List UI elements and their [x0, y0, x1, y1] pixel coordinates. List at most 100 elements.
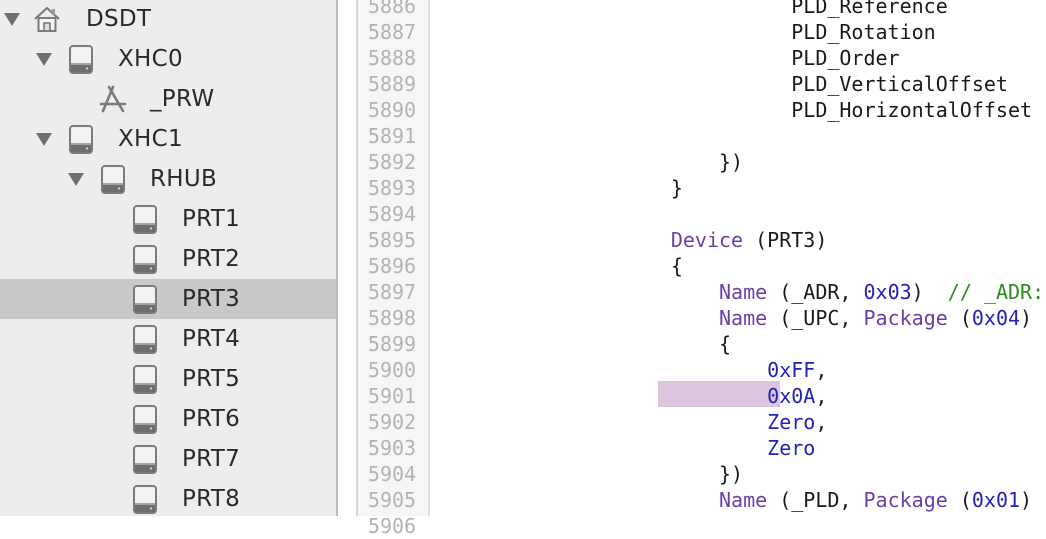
code-token-plain: (PRT3) [743, 228, 828, 252]
tree-item-prw[interactable]: _PRW [0, 79, 336, 119]
code-line[interactable]: Name (_PLD, Package (0x01) // _PLD: Phys… [430, 487, 1046, 513]
line-number: 5891 [367, 124, 417, 148]
code-line[interactable]: PLD_VerticalOffset [430, 71, 1008, 97]
code-token-plain: , [815, 410, 828, 434]
code-token-kw: Device [670, 228, 744, 252]
code-line[interactable]: Device (PRT3) [430, 227, 828, 253]
drive-icon [98, 164, 128, 194]
code-line[interactable]: { [430, 253, 683, 279]
app-store-icon [98, 84, 128, 114]
disclosure-triangle-icon[interactable] [4, 0, 20, 39]
code-token-kw: Name [718, 280, 768, 304]
tree-item-prt6[interactable]: PRT6 [0, 399, 336, 439]
code-line[interactable]: } [430, 175, 683, 201]
line-number: 5896 [367, 254, 417, 278]
code-line[interactable]: 0xFF, [430, 357, 827, 383]
home-icon [32, 4, 62, 34]
drive-icon [66, 124, 96, 154]
drive-icon [130, 284, 160, 314]
line-number: 5899 [367, 332, 417, 356]
drive-icon [130, 444, 160, 474]
code-line[interactable]: }) [430, 149, 743, 175]
tree-item-prt8[interactable]: PRT8 [0, 479, 336, 516]
code-token-plain: (_UPC, [767, 306, 864, 330]
code-line[interactable]: PLD_Order [430, 45, 899, 71]
code-line[interactable]: Zero, [430, 409, 827, 435]
drive-icon [130, 404, 160, 434]
drive-icon [130, 204, 160, 234]
tree-item-label: PRT1 [182, 206, 241, 232]
code-line[interactable]: 0x0A, [430, 383, 827, 409]
tree-item-prt3[interactable]: PRT3 [0, 279, 336, 319]
tree-item-label: PRT5 [182, 366, 241, 392]
line-number: 5900 [367, 358, 417, 382]
code-token-kw: Name [718, 306, 768, 330]
code-token-plain: } [430, 176, 683, 200]
code-token-kw: Package [863, 306, 948, 330]
tree-item-label: PRT3 [182, 286, 241, 312]
sidebar-gap [338, 0, 358, 516]
code-token-plain: ( [947, 306, 972, 330]
code-line[interactable]: Name (_ADR, 0x03) // _ADR: Address [430, 279, 1046, 305]
line-number: 5897 [367, 280, 417, 304]
line-number: 5889 [367, 72, 417, 96]
tree-item-label: RHUB [150, 166, 218, 192]
code-line[interactable]: PLD_HorizontalOffset [430, 97, 1032, 123]
code-token-plain: { [430, 332, 732, 356]
code-line[interactable]: { [430, 331, 731, 357]
code-line[interactable]: PLD_Rotation [430, 19, 936, 45]
disclosure-triangle-icon[interactable] [68, 159, 84, 199]
tree-item-prt5[interactable]: PRT5 [0, 359, 336, 399]
code-token-num: 0xFF [767, 358, 816, 382]
tree-item-rhub[interactable]: RHUB [0, 159, 336, 199]
code-token-plain: (_ADR, [767, 280, 864, 304]
code-token-cmt: // _ADR: Address [947, 280, 1045, 304]
line-number: 5886 [367, 0, 417, 18]
code-editor[interactable]: PLD_Reference PLD_Rotation PLD_Order PLD… [430, 0, 1046, 516]
drive-icon [130, 364, 160, 394]
code-line[interactable]: }) [430, 461, 743, 487]
code-token-plain: (_PLD, [767, 488, 864, 512]
tree-item-dsdt[interactable]: DSDT [0, 0, 336, 39]
disclosure-triangle-icon[interactable] [36, 119, 52, 159]
code-token-plain: PLD_VerticalOffset [430, 72, 1008, 96]
line-number: 5898 [367, 306, 417, 330]
tree-item-label: DSDT [86, 6, 152, 32]
tree-item-label: PRT8 [182, 486, 241, 512]
line-number: 5895 [367, 228, 417, 252]
code-line[interactable]: Zero [430, 435, 815, 461]
disclosure-triangle-icon[interactable] [36, 39, 52, 79]
tree-item-prt1[interactable]: PRT1 [0, 199, 336, 239]
tree-item-prt7[interactable]: PRT7 [0, 439, 336, 479]
code-token-num: 0x03 [863, 280, 912, 304]
line-number: 5890 [367, 98, 417, 122]
tree-item-prt4[interactable]: PRT4 [0, 319, 336, 359]
code-token-plain: ) [911, 280, 948, 304]
tree-item-label: PRT4 [182, 326, 241, 352]
drive-icon [130, 244, 160, 274]
code-token-num: 0x04 [971, 306, 1021, 330]
tree-item-xhc1[interactable]: XHC1 [0, 119, 336, 159]
drive-icon [130, 324, 160, 354]
tree-item-label: XHC1 [118, 126, 183, 152]
code-token-num: 0x01 [971, 488, 1021, 512]
code-token-plain: PLD_Reference [430, 0, 948, 18]
line-number: 5892 [367, 150, 417, 174]
code-line[interactable]: Name (_UPC, Package (0x04) // _UPC: USB … [430, 305, 1046, 331]
tree-item-prt2[interactable]: PRT2 [0, 239, 336, 279]
code-token-plain: PLD_HorizontalOffset [430, 98, 1033, 122]
tree-item-label: PRT2 [182, 246, 241, 272]
code-line[interactable]: PLD_Reference [430, 0, 948, 19]
tree-item-label: PRT7 [182, 446, 241, 472]
tree-item-xhc0[interactable]: XHC0 [0, 39, 336, 79]
outline-sidebar: DSDT XHC0 _PRW XHC1 RHUB PRT1 PRT2 PRT3 … [0, 0, 336, 516]
code-token-plain: ) [1020, 488, 1033, 512]
code-token-kw: Name [718, 488, 768, 512]
